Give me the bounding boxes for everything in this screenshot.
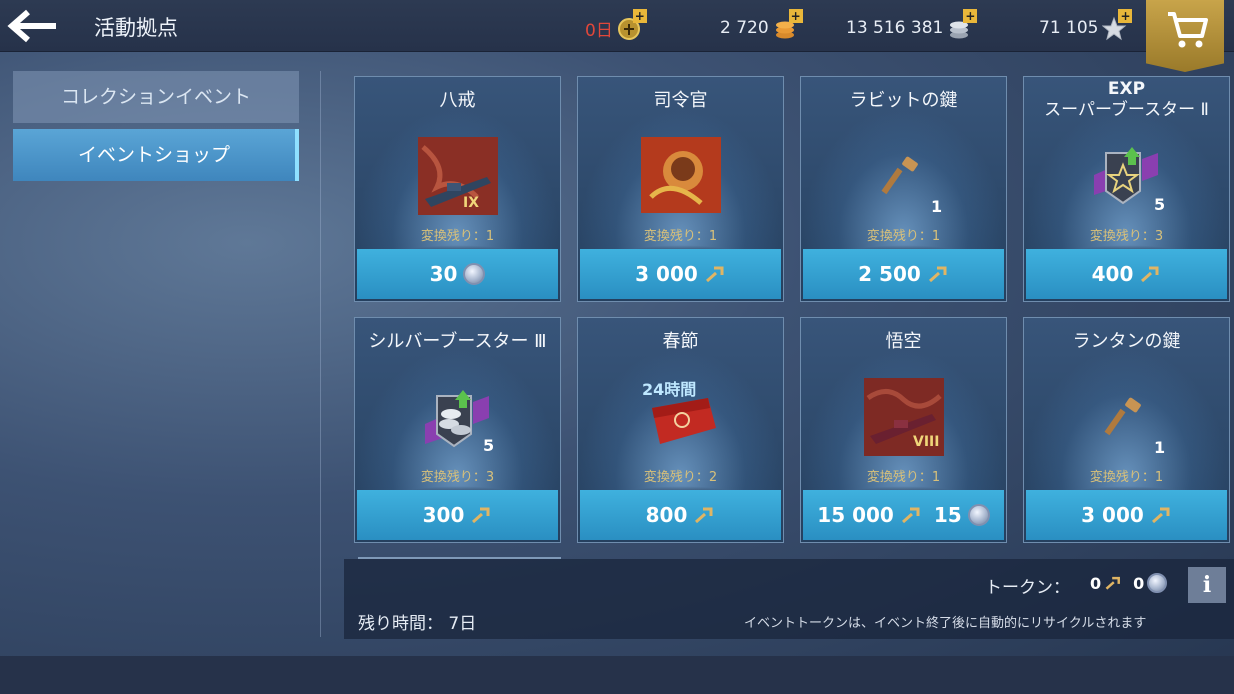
item-name: ラビットの鍵	[849, 90, 958, 111]
top-bar: 活動拠点 0日 + 2 720 + 13 516 381 + 71 105 +	[0, 0, 1234, 52]
item-name: シルバーブースター Ⅲ	[368, 331, 547, 352]
info-button[interactable]: i	[1188, 567, 1226, 603]
tab-event-shop[interactable]: イベントショップ	[13, 129, 299, 181]
footer-bar	[0, 656, 1234, 694]
event-token-icon	[695, 507, 713, 524]
event-coin-icon	[967, 504, 990, 526]
exchange-remaining: 変換残り：1	[643, 229, 718, 244]
event-token-icon	[928, 266, 947, 283]
ship-tier: VIII	[913, 434, 940, 450]
price-value-coins: 15	[933, 503, 962, 527]
free-xp-star-icon: +	[1102, 9, 1133, 41]
cart-icon	[1168, 12, 1208, 48]
plus-icon: +	[1118, 9, 1133, 23]
plus-icon: +	[963, 9, 978, 23]
divider	[358, 557, 561, 559]
item-name: ランタンの鍵	[1072, 331, 1181, 352]
credits-counter[interactable]: 13 516 381 +	[846, 9, 978, 41]
tokens-balance: 0 0	[1090, 573, 1168, 593]
buy-button[interactable]: 400	[1026, 249, 1227, 299]
plus-icon: +	[632, 9, 647, 23]
shop-cart-button[interactable]	[1146, 0, 1224, 72]
price-value: 15 000	[817, 503, 894, 527]
item-name: 悟空	[885, 331, 922, 352]
doubloons-counter[interactable]: 2 720 +	[720, 9, 803, 41]
buy-button[interactable]: 3 000	[1026, 490, 1227, 540]
free-xp-counter[interactable]: 71 105 +	[1039, 9, 1133, 41]
event-token-icon	[901, 507, 920, 524]
exchange-remaining: 変換残り：1	[420, 229, 495, 244]
item-quantity: 1	[931, 197, 943, 216]
shop-item-card[interactable]: 司令官 変換残り：1 3 000	[577, 76, 784, 302]
credits-value: 13 516 381	[846, 18, 944, 38]
item-name: 八戒	[439, 90, 476, 111]
page-title: 活動拠点	[94, 16, 178, 40]
divider	[320, 71, 321, 637]
item-name: 司令官	[653, 90, 708, 111]
buy-button[interactable]: 30	[357, 249, 558, 299]
premium-days[interactable]: 0日 +	[585, 9, 647, 41]
exchange-remaining: 変換残り：3	[420, 470, 495, 485]
exchange-remaining: 変換残り：1	[1089, 470, 1164, 485]
exchange-remaining: 変換残り：1	[866, 470, 941, 485]
premium-account-icon: +	[617, 9, 647, 41]
price-value: 300	[422, 503, 465, 527]
buy-button[interactable]: 15 000 15	[803, 490, 1004, 540]
price-value: 400	[1091, 262, 1134, 286]
booster-star-icon	[1094, 147, 1158, 205]
key-icon	[1104, 397, 1141, 436]
back-arrow-icon	[7, 9, 56, 43]
shop-item-card[interactable]: シルバーブースター Ⅲ 5 変換残り：3 300	[354, 317, 561, 543]
ship-image-icon	[418, 137, 498, 215]
exchange-remaining: 変換残り：2	[643, 470, 718, 485]
event-coin-icon	[1147, 573, 1168, 593]
item-quantity: 5	[483, 436, 495, 455]
price-value: 3 000	[635, 262, 698, 286]
coins-value: 0	[1133, 573, 1145, 593]
exchange-remaining: 変換残り：1	[866, 229, 941, 244]
premium-days-value: 0日	[585, 20, 613, 41]
shop-item-card[interactable]: 春節 24時間 変換残り：2 800	[577, 317, 784, 543]
price-value: 2 500	[858, 262, 921, 286]
item-name: EXP スーパーブースター Ⅱ	[1044, 79, 1209, 120]
item-quantity: 1	[1154, 438, 1166, 457]
remaining-time: 残り時間： 7日	[358, 614, 477, 634]
event-token-icon	[472, 507, 490, 524]
shop-item-card[interactable]: ランタンの鍵 1 変換残り：1 3 000	[1023, 317, 1230, 543]
buy-button[interactable]: 3 000	[580, 249, 781, 299]
item-quantity: 5	[1154, 195, 1166, 214]
shop-item-card[interactable]: 八戒 IX 変換残り：1 30	[354, 76, 561, 302]
tokens-value: 0	[1090, 573, 1102, 593]
price-value: 3 000	[1081, 503, 1144, 527]
shop-item-card[interactable]: 悟空 VIII 変換残り：1 15 000 15	[800, 317, 1007, 543]
price-value: 800	[645, 503, 688, 527]
free-xp-value: 71 105	[1039, 18, 1099, 38]
buy-button[interactable]: 800	[580, 490, 781, 540]
tab-collection-event[interactable]: コレクションイベント	[13, 71, 299, 123]
back-button[interactable]	[6, 6, 60, 46]
tokens-label: トークン：	[985, 578, 1070, 598]
price-value: 30	[429, 262, 458, 286]
token-recycle-note: イベントトークンは、イベント終了後に自動的にリサイクルされます	[744, 616, 1147, 631]
event-token-icon	[1105, 576, 1121, 590]
buy-button[interactable]: 2 500	[803, 249, 1004, 299]
shop-item-card[interactable]: EXP スーパーブースター Ⅱ 5 変換残り：3 400	[1023, 76, 1230, 302]
event-token-icon	[705, 266, 724, 283]
doubloons-icon: +	[773, 9, 803, 41]
red-envelope-icon	[652, 398, 716, 444]
item-name: 春節	[662, 331, 699, 352]
buy-button[interactable]: 300	[357, 490, 558, 540]
plus-icon: +	[788, 9, 803, 23]
doubloons-value: 2 720	[720, 18, 769, 38]
exchange-remaining: 変換残り：3	[1089, 229, 1164, 244]
shop-item-card[interactable]: ラビットの鍵 1 変換残り：1 2 500	[800, 76, 1007, 302]
credits-icon: +	[947, 9, 978, 41]
event-coin-icon	[463, 263, 486, 285]
ship-tier: IX	[463, 195, 480, 211]
info-icon: i	[1202, 572, 1212, 598]
event-token-icon	[1141, 266, 1159, 283]
event-token-icon	[1151, 507, 1170, 524]
commander-portrait-icon	[641, 137, 721, 213]
key-icon	[881, 156, 918, 195]
